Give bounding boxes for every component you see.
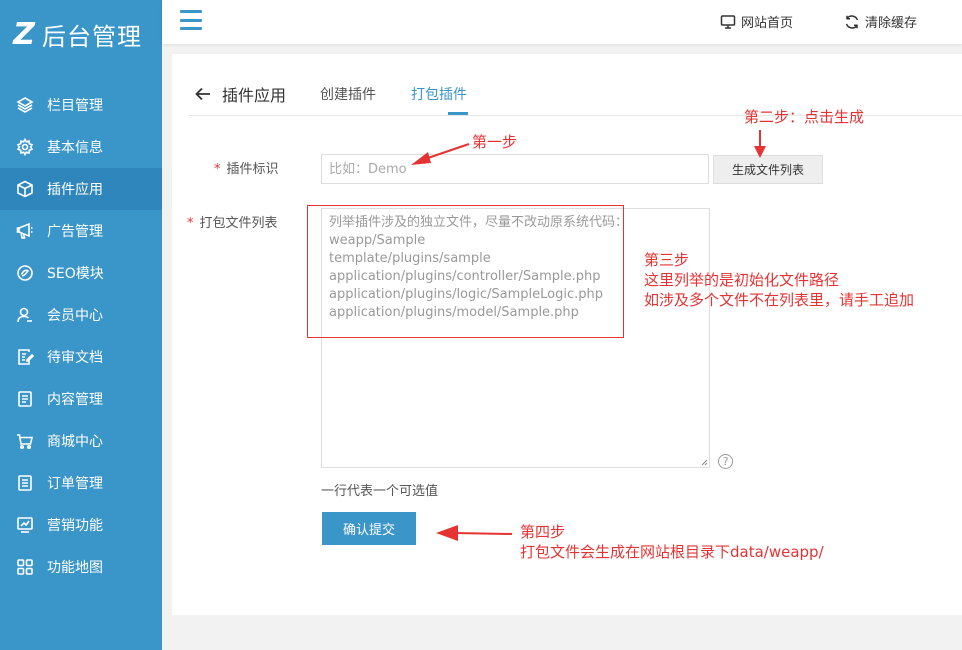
resize-handle-icon[interactable]	[700, 458, 708, 466]
sidebar-item-label: 待审文档	[47, 350, 103, 366]
layers-icon	[16, 96, 34, 114]
arrow-left-icon	[195, 87, 210, 101]
top-header: 网站首页 清除缓存	[162, 0, 962, 44]
plugin-id-label-text: 插件标识	[226, 162, 279, 177]
sidebar-item-label: 广告管理	[47, 224, 103, 240]
required-mark: *	[214, 162, 221, 177]
generate-file-list-button[interactable]: 生成文件列表	[713, 155, 823, 184]
sidebar-item-label: 插件应用	[47, 182, 103, 198]
file-list-label-text: 打包文件列表	[199, 216, 278, 231]
sidebar-item-ads[interactable]: 广告管理	[0, 210, 162, 252]
pending-doc-icon	[16, 348, 34, 366]
annotation-arrow-step1	[411, 143, 470, 165]
ad-icon	[16, 222, 34, 240]
logo-text: 后台管理	[42, 22, 142, 51]
tab-create-plugin[interactable]: 创建插件	[320, 84, 376, 104]
sidebar-item-members[interactable]: 会员中心	[0, 294, 162, 336]
sidebar: Z 后台管理 栏目管理 基本信息 插件应用 广告管理 SEO模块 会员中心 待审…	[0, 0, 162, 650]
plugin-id-input[interactable]	[321, 154, 709, 184]
annotation-step4: 第四步 打包文件会生成在网站根目录下data/weapp/	[520, 522, 824, 562]
sidebar-item-seo[interactable]: SEO模块	[0, 252, 162, 294]
back-label: 插件应用	[222, 86, 287, 105]
clear-cache-label: 清除缓存	[865, 16, 918, 31]
help-icon[interactable]: ?	[718, 454, 733, 469]
sidebar-item-basic-info[interactable]: 基本信息	[0, 126, 162, 168]
annotation-arrow-step2	[754, 130, 766, 158]
grid-icon	[16, 558, 34, 576]
monitor-icon	[720, 14, 736, 29]
annotation-step1: 第一步	[472, 133, 518, 151]
sidebar-item-label: 会员中心	[47, 308, 103, 324]
site-home-link[interactable]: 网站首页	[720, 12, 793, 31]
clear-cache-link[interactable]: 清除缓存	[844, 12, 917, 31]
annotation-step2: 第二步：点击生成	[744, 108, 865, 126]
file-list-textarea[interactable]: 列举插件涉及的独立文件，尽量不改动原系统代码： weapp/Sample tem…	[321, 208, 710, 468]
textarea-line: 列举插件涉及的独立文件，尽量不改动原系统代码：	[329, 215, 629, 230]
sidebar-item-label: 基本信息	[47, 140, 103, 156]
sidebar-item-label: 商城中心	[47, 434, 103, 450]
annotation-step3-title: 第三步	[644, 251, 690, 269]
refresh-icon	[845, 14, 859, 29]
required-mark: *	[187, 216, 194, 231]
sidebar-item-label: 栏目管理	[47, 98, 103, 114]
file-list-label: * 打包文件列表	[187, 212, 278, 231]
sidebar-nav: 栏目管理 基本信息 插件应用 广告管理 SEO模块 会员中心 待审文档 内容管理…	[0, 84, 162, 588]
sidebar-item-plugins[interactable]: 插件应用	[0, 168, 162, 210]
file-list-hint: 一行代表一个可选值	[321, 484, 439, 499]
sidebar-item-marketing[interactable]: 营销功能	[0, 504, 162, 546]
sidebar-item-feature-map[interactable]: 功能地图	[0, 546, 162, 588]
sidebar-item-orders[interactable]: 订单管理	[0, 462, 162, 504]
sidebar-item-content[interactable]: 内容管理	[0, 378, 162, 420]
logo-mark: Z	[13, 16, 35, 52]
site-home-label: 网站首页	[741, 16, 794, 31]
sidebar-item-shop[interactable]: 商城中心	[0, 420, 162, 462]
cube-icon	[16, 180, 34, 198]
sidebar-item-label: 订单管理	[47, 476, 103, 492]
gear-icon	[16, 138, 34, 156]
sidebar-item-label: 营销功能	[47, 518, 103, 534]
annotation-step3-line3: 如涉及多个文件不在列表里，请手工追加	[644, 291, 915, 309]
cart-icon	[16, 432, 34, 450]
document-icon	[16, 390, 34, 408]
back-button[interactable]: 插件应用	[194, 82, 286, 106]
sidebar-item-label: 内容管理	[47, 392, 103, 408]
seo-icon	[16, 264, 34, 282]
annotation-step3-line2: 这里列举的是初始化文件路径	[644, 271, 840, 289]
logo[interactable]: Z 后台管理	[10, 16, 142, 52]
annotation-arrow-step4	[436, 525, 513, 541]
tab-package-plugin[interactable]: 打包插件	[411, 84, 467, 104]
textarea-line: weapp/Sample	[329, 233, 426, 248]
sidebar-item-label: SEO模块	[47, 266, 104, 282]
sidebar-item-pending-docs[interactable]: 待审文档	[0, 336, 162, 378]
annotation-step4-title: 第四步	[520, 523, 566, 541]
menu-toggle-icon[interactable]	[180, 10, 202, 30]
user-icon	[16, 306, 34, 324]
submit-button[interactable]: 确认提交	[322, 512, 416, 545]
sidebar-item-column[interactable]: 栏目管理	[0, 84, 162, 126]
active-tab-indicator	[448, 112, 468, 115]
annotation-step4-line2: 打包文件会生成在网站根目录下data/weapp/	[520, 543, 824, 561]
sidebar-item-label: 功能地图	[47, 560, 103, 576]
list-icon	[16, 474, 34, 492]
chart-icon	[16, 516, 34, 534]
plugin-id-label: * 插件标识	[214, 158, 279, 177]
annotation-step3: 第三步 这里列举的是初始化文件路径 如涉及多个文件不在列表里，请手工追加	[644, 250, 914, 310]
